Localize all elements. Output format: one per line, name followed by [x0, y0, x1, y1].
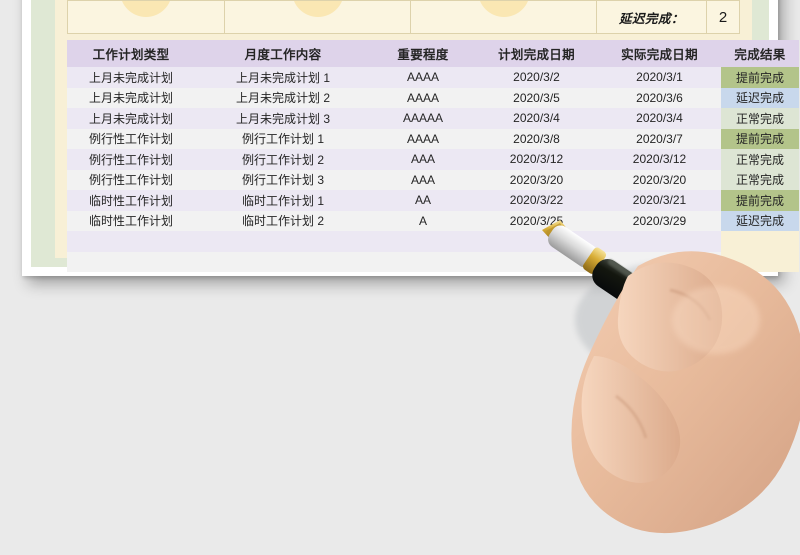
table-row[interactable]: 临时性工作计划临时工作计划 1AA2020/3/222020/3/21提前完成: [67, 190, 799, 211]
table-header-row: 工作计划类型 月度工作内容 重要程度 计划完成日期 实际完成日期 完成结果: [67, 40, 799, 67]
summary-donut-cell-3: [411, 1, 597, 33]
cell-plan-date[interactable]: 2020/3/2: [475, 67, 598, 88]
cell-importance[interactable]: AAAA: [371, 129, 475, 150]
donut-chart-1-icon: [120, 1, 172, 17]
cell-importance[interactable]: AAAAA: [371, 108, 475, 129]
cell-actual-date[interactable]: 2020/3/21: [598, 190, 721, 211]
table-row[interactable]: 例行性工作计划例行工作计划 2AAA2020/3/122020/3/12正常完成: [67, 149, 799, 170]
table-row[interactable]: 例行性工作计划例行工作计划 3AAA2020/3/202020/3/20正常完成: [67, 170, 799, 191]
delayed-count-value: 2: [707, 1, 739, 33]
cell-result[interactable]: 正常完成: [721, 170, 799, 191]
column-header-type[interactable]: 工作计划类型: [67, 40, 195, 67]
cell-content[interactable]: 例行工作计划 1: [195, 129, 371, 150]
table-body: 上月未完成计划上月未完成计划 1AAAA2020/3/22020/3/1提前完成…: [67, 67, 799, 272]
cell-plan-date[interactable]: 2020/3/8: [475, 129, 598, 150]
cell-content[interactable]: 临时工作计划 1: [195, 190, 371, 211]
table-row[interactable]: 上月未完成计划上月未完成计划 2AAAA2020/3/52020/3/6延迟完成: [67, 88, 799, 109]
cell-importance[interactable]: [371, 231, 475, 252]
table-row[interactable]: [67, 252, 799, 273]
cell-result[interactable]: 提前完成: [721, 190, 799, 211]
table-row[interactable]: 上月未完成计划上月未完成计划 1AAAA2020/3/22020/3/1提前完成: [67, 67, 799, 88]
cell-content[interactable]: 上月未完成计划 3: [195, 108, 371, 129]
cell-result[interactable]: 延迟完成: [721, 211, 799, 232]
table-row[interactable]: [67, 231, 799, 252]
table-row[interactable]: 上月未完成计划上月未完成计划 3AAAAA2020/3/42020/3/4正常完…: [67, 108, 799, 129]
cell-content[interactable]: 上月未完成计划 2: [195, 88, 371, 109]
cell-type[interactable]: 上月未完成计划: [67, 108, 195, 129]
table-row[interactable]: 例行性工作计划例行工作计划 1AAAA2020/3/82020/3/7提前完成: [67, 129, 799, 150]
cell-importance[interactable]: AAAA: [371, 88, 475, 109]
card-cream-sheet: 延迟完成： 2 工作计划类型 月度工作内容 重要程度 计划完成日期 实际完成日期…: [55, 0, 752, 258]
cell-result[interactable]: 正常完成: [721, 149, 799, 170]
column-header-content[interactable]: 月度工作内容: [195, 40, 371, 67]
cell-content[interactable]: 例行工作计划 3: [195, 170, 371, 191]
cell-plan-date[interactable]: 2020/3/12: [475, 149, 598, 170]
cell-type[interactable]: 临时性工作计划: [67, 190, 195, 211]
summary-strip: 延迟完成： 2: [67, 0, 740, 34]
cell-plan-date[interactable]: 2020/3/20: [475, 170, 598, 191]
cell-type[interactable]: [67, 231, 195, 252]
work-plan-table: 工作计划类型 月度工作内容 重要程度 计划完成日期 实际完成日期 完成结果 上月…: [67, 40, 799, 272]
cell-actual-date[interactable]: [598, 231, 721, 252]
cell-actual-date[interactable]: 2020/3/6: [598, 88, 721, 109]
cell-type[interactable]: 例行性工作计划: [67, 129, 195, 150]
cell-actual-date[interactable]: 2020/3/4: [598, 108, 721, 129]
cell-type[interactable]: [67, 252, 195, 273]
cell-content[interactable]: [195, 252, 371, 273]
cell-type[interactable]: 临时性工作计划: [67, 211, 195, 232]
cell-type[interactable]: 例行性工作计划: [67, 149, 195, 170]
document-card: 延迟完成： 2 工作计划类型 月度工作内容 重要程度 计划完成日期 实际完成日期…: [22, 0, 778, 276]
donut-chart-3-icon: [478, 1, 530, 17]
cell-result[interactable]: [721, 252, 799, 273]
summary-donut-cell-1: [68, 1, 225, 33]
column-header-importance[interactable]: 重要程度: [371, 40, 475, 67]
cell-importance[interactable]: A: [371, 211, 475, 232]
cell-actual-date[interactable]: 2020/3/29: [598, 211, 721, 232]
cell-type[interactable]: 例行性工作计划: [67, 170, 195, 191]
cell-content[interactable]: 上月未完成计划 1: [195, 67, 371, 88]
cell-content[interactable]: [195, 231, 371, 252]
cell-result[interactable]: 正常完成: [721, 108, 799, 129]
column-header-plan-date[interactable]: 计划完成日期: [475, 40, 598, 67]
cell-importance[interactable]: AAAA: [371, 67, 475, 88]
cell-content[interactable]: 临时工作计划 2: [195, 211, 371, 232]
cell-plan-date[interactable]: 2020/3/22: [475, 190, 598, 211]
column-header-result[interactable]: 完成结果: [721, 40, 799, 67]
cell-result[interactable]: 提前完成: [721, 129, 799, 150]
cell-content[interactable]: 例行工作计划 2: [195, 149, 371, 170]
cell-actual-date[interactable]: 2020/3/20: [598, 170, 721, 191]
delayed-count-label: 延迟完成：: [597, 1, 707, 33]
donut-chart-2-icon: [292, 1, 344, 17]
cell-plan-date[interactable]: 2020/3/4: [475, 108, 598, 129]
summary-donut-cell-2: [225, 1, 411, 33]
column-header-actual-date[interactable]: 实际完成日期: [598, 40, 721, 67]
cell-plan-date[interactable]: [475, 231, 598, 252]
cell-importance[interactable]: [371, 252, 475, 273]
cell-plan-date[interactable]: 2020/3/25: [475, 211, 598, 232]
cell-type[interactable]: 上月未完成计划: [67, 88, 195, 109]
cell-importance[interactable]: AA: [371, 190, 475, 211]
cell-actual-date[interactable]: 2020/3/1: [598, 67, 721, 88]
cell-actual-date[interactable]: 2020/3/12: [598, 149, 721, 170]
cell-result[interactable]: 提前完成: [721, 67, 799, 88]
cell-importance[interactable]: AAA: [371, 149, 475, 170]
cell-actual-date[interactable]: 2020/3/7: [598, 129, 721, 150]
cell-plan-date[interactable]: [475, 252, 598, 273]
cell-importance[interactable]: AAA: [371, 170, 475, 191]
cell-result[interactable]: [721, 231, 799, 252]
cell-type[interactable]: 上月未完成计划: [67, 67, 195, 88]
cell-result[interactable]: 延迟完成: [721, 88, 799, 109]
cell-actual-date[interactable]: [598, 252, 721, 273]
table-row[interactable]: 临时性工作计划临时工作计划 2A2020/3/252020/3/29延迟完成: [67, 211, 799, 232]
cell-plan-date[interactable]: 2020/3/5: [475, 88, 598, 109]
